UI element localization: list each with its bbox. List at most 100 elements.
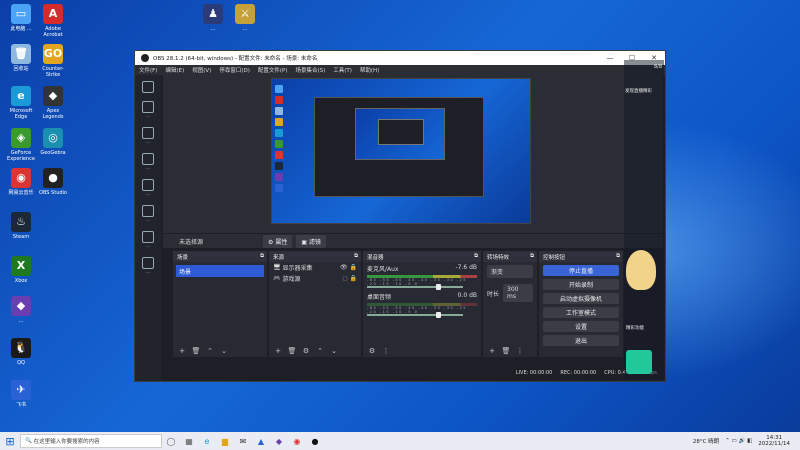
desktop-icon[interactable]: ♟... xyxy=(196,4,230,32)
sidebar-item-4[interactable]: ... xyxy=(135,179,161,197)
desktop-icon-label: ... xyxy=(18,318,24,324)
weather-text[interactable]: 28°C 晴朗 xyxy=(693,437,719,445)
properties-button[interactable]: ⚙ 属性 xyxy=(263,234,293,248)
desktop-icon[interactable]: ✈ 飞书 xyxy=(4,380,38,408)
undock-icon[interactable]: ⧉ xyxy=(474,253,478,260)
right-mid-text: 发现直播精彩 xyxy=(625,89,652,94)
desktop-icon[interactable]: ◆... xyxy=(4,296,38,324)
source-toolbar: 未选择源 ⚙ 属性 ▣ 滤镜 xyxy=(163,234,663,248)
menu-file[interactable]: 文件(F) xyxy=(139,66,157,74)
system-tray: 28°C 晴朗 ⌃ ▭ 🔊 ◧ 14:31 2022/11/14 xyxy=(693,435,800,447)
more-icon[interactable]: ⋮ xyxy=(381,346,391,355)
preview-canvas[interactable] xyxy=(271,78,531,224)
studio-mode-button[interactable]: 工作室模式 xyxy=(543,307,619,318)
tools-icon xyxy=(142,153,154,165)
menu-scene-collection[interactable]: 场景集合(S) xyxy=(295,66,325,74)
menu-tools[interactable]: 工具(T) xyxy=(333,66,352,74)
desktop-icon[interactable]: 🐧 QQ xyxy=(4,338,38,366)
edge-icon[interactable]: e xyxy=(198,432,216,450)
tray-icons[interactable]: ⌃ ▭ 🔊 ◧ xyxy=(725,438,752,444)
desktop-icon[interactable]: e Microsoft Edge xyxy=(4,86,38,120)
start-virtual-camera-button[interactable]: 启动虚拟摄像机 xyxy=(543,293,619,304)
menu-edit[interactable]: 编辑(E) xyxy=(165,66,184,74)
volume-slider[interactable] xyxy=(367,284,463,290)
sidebar-item-5[interactable]: ... xyxy=(135,205,161,223)
obs-titlebar[interactable]: OBS 28.1.2 (64-bit, windows) - 配置文件: 未命名… xyxy=(135,51,665,65)
app-icon-2[interactable]: ◆ xyxy=(270,432,288,450)
desktop-icon[interactable]: X Xbox xyxy=(4,256,38,284)
start-recording-button[interactable]: 开始录制 xyxy=(543,279,619,290)
transition-select[interactable]: 渐变 xyxy=(487,265,533,278)
desktop-icon[interactable]: GO Counter-Strike xyxy=(36,44,70,78)
sidebar-item-6[interactable]: ... xyxy=(135,231,161,249)
down-icon[interactable]: ⌄ xyxy=(329,346,339,355)
sidebar-item-3[interactable]: ... xyxy=(135,153,161,171)
desktop-icon[interactable]: ◆ Apex Legends xyxy=(36,86,70,120)
status-bar: LIVE: 00:00:00 REC: 00:00:00 CPU: 0.4%, … xyxy=(163,367,663,379)
app-icon-3[interactable]: ◉ xyxy=(288,432,306,450)
remove-scene-icon[interactable]: 🗑 xyxy=(191,346,201,355)
up-icon[interactable]: ⌃ xyxy=(315,346,325,355)
source-item[interactable]: 🎮 游戏源 ◌ 🔒 xyxy=(269,273,361,284)
grid-icon xyxy=(142,205,154,217)
search-input[interactable]: 🔍 在这里输入你要搜索的内容 xyxy=(20,434,162,448)
desktop-icon[interactable]: ◎ GeoGebra xyxy=(36,128,70,156)
clock[interactable]: 14:31 2022/11/14 xyxy=(758,435,790,447)
undock-icon[interactable]: ⧉ xyxy=(530,253,534,260)
add-source-icon[interactable]: + xyxy=(273,346,283,355)
down-icon[interactable]: ⌄ xyxy=(219,346,229,355)
sidebar-item-7[interactable]: ... xyxy=(135,257,161,275)
start-icon[interactable]: ⊞ xyxy=(0,432,20,450)
filters-button[interactable]: ▣ 滤镜 xyxy=(296,234,326,248)
exit-button[interactable]: 退出 xyxy=(543,335,619,346)
app-icon: ▭ xyxy=(11,4,31,24)
menu-profile[interactable]: 配置文件(P) xyxy=(258,66,288,74)
eye-lock-icon[interactable]: ◌ 🔒 xyxy=(342,275,357,282)
widgets-icon[interactable]: ▦ xyxy=(180,432,198,450)
mixer-channel-desktop: 桌面音频 0.0 dB -60 -55 -50 -45 -40 -35 -30 -… xyxy=(367,292,477,318)
duration-input[interactable]: 300 ms xyxy=(503,284,533,302)
desktop-icon[interactable]: ♨ Steam xyxy=(4,212,38,240)
remove-transition-icon[interactable]: 🗑 xyxy=(501,346,511,355)
desktop-icon[interactable]: ◈ GeForce Experience xyxy=(4,128,38,162)
sidebar-back[interactable] xyxy=(135,81,161,93)
desktop-icon[interactable]: ▭ 此电脑 ... xyxy=(4,4,38,32)
undock-icon[interactable]: ⧉ xyxy=(260,253,264,260)
sidebar-home[interactable]: ... xyxy=(135,101,161,119)
more-icon[interactable]: ⋮ xyxy=(515,346,525,355)
sidebar-item-2[interactable]: ... xyxy=(135,127,161,145)
stop-streaming-button[interactable]: 停止直播 xyxy=(543,265,619,276)
minimize-button[interactable]: — xyxy=(599,54,621,62)
desktop-icon[interactable]: ◉ 网易云音乐 xyxy=(4,168,38,196)
eye-lock-icon[interactable]: 👁 🔒 xyxy=(340,264,357,271)
source-item[interactable]: 🖥 显示器采集 👁 🔒 xyxy=(269,262,361,273)
add-transition-icon[interactable]: + xyxy=(487,346,497,355)
remove-source-icon[interactable]: 🗑 xyxy=(287,346,297,355)
green-widget[interactable] xyxy=(626,350,652,374)
undock-icon[interactable]: ⧉ xyxy=(354,253,358,260)
source-settings-icon[interactable]: ⚙ xyxy=(301,346,311,355)
up-icon[interactable]: ⌃ xyxy=(205,346,215,355)
mixer-settings-icon[interactable]: ⚙ xyxy=(367,346,377,355)
gear-icon xyxy=(142,231,154,243)
desktop-icon[interactable]: ● OBS Studio xyxy=(36,168,70,196)
desktop-icon[interactable]: A Adobe Acrobat xyxy=(36,4,70,38)
add-scene-icon[interactable]: + xyxy=(177,346,187,355)
settings-button[interactable]: 设置 xyxy=(543,321,619,332)
desktop-icon[interactable]: 🗑 回收站 xyxy=(4,44,38,72)
desktop-icon-label: Xbox xyxy=(14,278,28,284)
obs-taskbar-icon[interactable]: ● xyxy=(306,432,324,450)
scene-item[interactable]: 场景 xyxy=(176,265,264,277)
undock-icon[interactable]: ⧉ xyxy=(616,253,620,260)
menu-help[interactable]: 帮助(H) xyxy=(360,66,379,74)
desktop-icon[interactable]: ⚔... xyxy=(228,4,262,32)
menu-docks[interactable]: 停靠窗口(D) xyxy=(219,66,250,74)
obs-window[interactable]: OBS 28.1.2 (64-bit, windows) - 配置文件: 未命名… xyxy=(134,50,666,382)
folder-icon[interactable]: ▆ xyxy=(216,432,234,450)
volume-slider[interactable] xyxy=(367,312,463,318)
task-view-icon[interactable]: ◯ xyxy=(162,432,180,450)
app-icon[interactable]: ▲ xyxy=(252,432,270,450)
menu-view[interactable]: 视图(V) xyxy=(192,66,211,74)
docks-row: 场景 ⧉ 场景 + 🗑 ⌃ ⌄ 来源 ⧉ 🖥 显示器采集 👁 🔒 🎮 游戏源 ◌ 🔒 +… xyxy=(173,251,661,357)
mail-icon[interactable]: ✉ xyxy=(234,432,252,450)
